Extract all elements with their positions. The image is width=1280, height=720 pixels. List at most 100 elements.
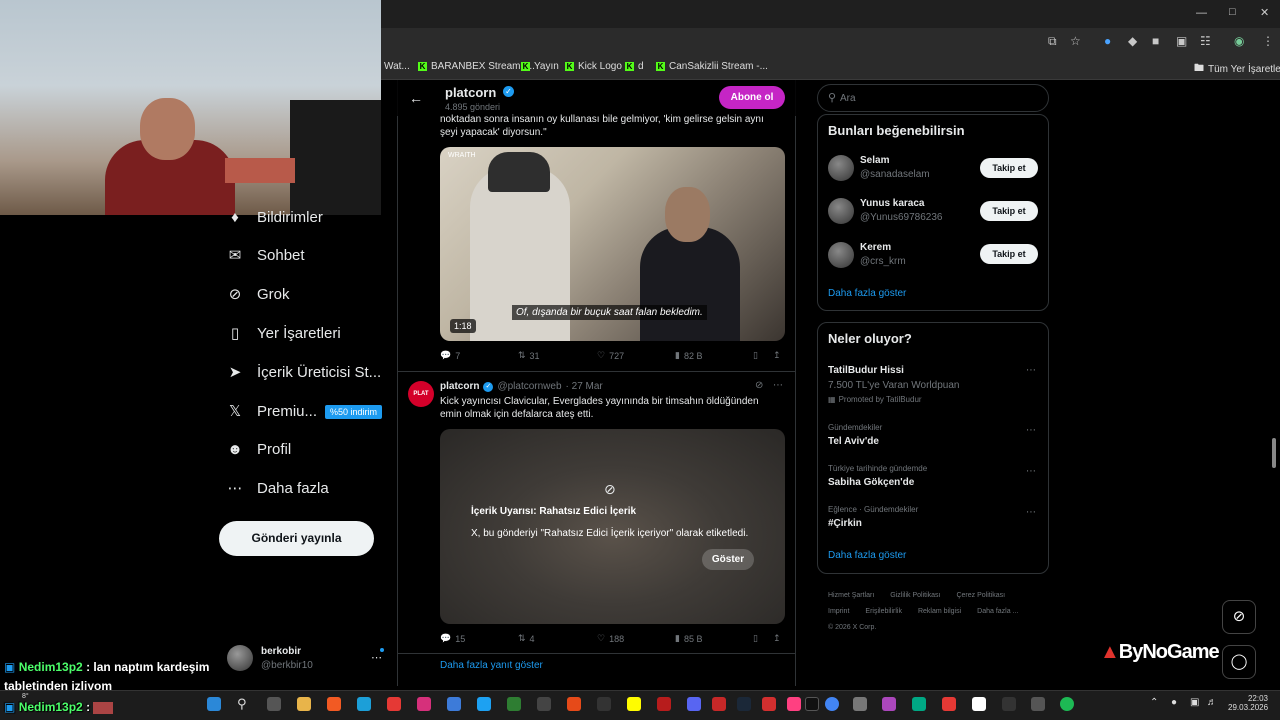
windows-start-icon[interactable] xyxy=(207,697,221,711)
show-more-link[interactable]: Daha fazla göster xyxy=(828,288,906,299)
opera-icon[interactable] xyxy=(762,697,776,711)
like-button[interactable]: ♡ 727 xyxy=(597,350,624,361)
author-name[interactable]: platcorn xyxy=(440,381,479,392)
discord-icon[interactable] xyxy=(687,697,701,711)
nav-bookmarks[interactable]: ▯ Yer İşaretleri xyxy=(227,325,341,342)
task-view-icon[interactable] xyxy=(267,697,281,711)
bookmark-item[interactable]: K BARANBEX Stream -... xyxy=(418,61,535,72)
app-icon[interactable] xyxy=(507,697,521,711)
extension-icon[interactable]: ● xyxy=(1104,34,1111,48)
nav-more[interactable]: ⋯ Daha fazla xyxy=(227,480,329,497)
footer-link[interactable]: Gizlilik Politikası xyxy=(890,588,940,604)
star-icon[interactable]: ☆ xyxy=(1070,34,1081,48)
steam-icon[interactable] xyxy=(737,697,751,711)
kebab-menu-icon[interactable]: ⋮ xyxy=(1262,34,1274,48)
avatar[interactable]: PLAT xyxy=(408,381,434,407)
chrome-icon[interactable] xyxy=(825,697,839,711)
search-icon[interactable]: ⚲ xyxy=(237,697,251,711)
show-more-replies-link[interactable]: Daha fazla yanıt göster xyxy=(440,660,543,671)
app-icon[interactable] xyxy=(1002,697,1016,711)
grok-icon[interactable]: ⊘ xyxy=(755,380,763,391)
grok-float-icon[interactable]: ⊘ xyxy=(1222,600,1256,634)
footer-link[interactable]: Hizmet Şartları xyxy=(828,588,874,604)
extension-icon[interactable]: ■ xyxy=(1152,34,1159,48)
trend-more-icon[interactable]: ⋯ xyxy=(1026,365,1036,376)
suggested-user-name[interactable]: Kerem xyxy=(860,242,891,253)
views-button[interactable]: ▮ 85 B xyxy=(675,633,702,644)
brave-icon[interactable] xyxy=(327,697,341,711)
suggested-user-name[interactable]: Yunus karaca xyxy=(860,198,924,209)
repost-button[interactable]: ⇅ 31 xyxy=(518,350,540,361)
trend-more-icon[interactable]: ⋯ xyxy=(1026,425,1036,436)
post-button[interactable]: Gönderi yayınla xyxy=(219,521,374,556)
reply-button[interactable]: 💬 7 xyxy=(440,350,460,361)
app-icon[interactable] xyxy=(567,697,581,711)
chat-float-icon[interactable]: ◯ xyxy=(1222,645,1256,679)
app-icon[interactable] xyxy=(787,697,801,711)
shield-icon[interactable]: ◆ xyxy=(1128,34,1137,48)
bookmark-button[interactable]: ▯ xyxy=(753,350,758,361)
views-button[interactable]: ▮ 82 B xyxy=(675,350,702,361)
footer-link[interactable]: Reklam bilgisi xyxy=(918,604,961,620)
chevron-up-icon[interactable]: ⌃ xyxy=(1150,697,1158,708)
extension-icon[interactable]: ▣ xyxy=(1176,34,1187,48)
puzzle-icon[interactable]: ☷ xyxy=(1200,34,1211,48)
nav-profile[interactable]: ☻ Profil xyxy=(227,441,291,458)
bookmark-item[interactable]: Kd xyxy=(625,61,644,72)
file-explorer-icon[interactable] xyxy=(297,697,311,711)
footer-link[interactable]: Imprint xyxy=(828,604,849,620)
avatar[interactable] xyxy=(828,242,854,268)
nav-grok[interactable]: ⊘ Grok xyxy=(227,286,290,303)
reply-button[interactable]: 💬 15 xyxy=(440,633,465,644)
app-icon[interactable] xyxy=(712,697,726,711)
minimize-icon[interactable]: — xyxy=(1196,7,1207,19)
avatar[interactable] xyxy=(227,645,253,671)
all-bookmarks-button[interactable]: 🖿 Tüm Yer İşaretleri xyxy=(1194,61,1280,78)
close-window-icon[interactable]: ✕ xyxy=(1260,6,1269,19)
maximize-icon[interactable]: □ xyxy=(1229,6,1236,18)
yandex-icon[interactable] xyxy=(972,697,986,711)
video-player[interactable]: WRAITH Of, dışanda bir buçuk saat falan … xyxy=(440,147,785,341)
bookmark-button[interactable]: ▯ xyxy=(753,633,758,644)
back-arrow-icon[interactable]: ← xyxy=(409,90,423,106)
app-icon[interactable] xyxy=(853,697,867,711)
bookmark-item[interactable]: K CanSakizlii Stream -... xyxy=(656,61,768,72)
account-menu-icon[interactable]: ⋯ xyxy=(371,651,382,664)
clock[interactable]: 22:03 29.03.2026 xyxy=(1228,694,1268,712)
more-options-icon[interactable]: ⋯ xyxy=(773,380,783,391)
app-icon[interactable] xyxy=(942,697,956,711)
network-icon[interactable]: ▣ xyxy=(1190,697,1199,708)
tiktok-icon[interactable] xyxy=(805,697,819,711)
like-button[interactable]: ♡ 188 xyxy=(597,633,624,644)
instagram-icon[interactable] xyxy=(417,697,431,711)
trend-name[interactable]: Sabiha Gökçen'de xyxy=(828,477,914,488)
settings-icon[interactable] xyxy=(1031,697,1045,711)
spotify-icon[interactable] xyxy=(1060,697,1074,711)
avatar[interactable] xyxy=(828,198,854,224)
nav-creator-studio[interactable]: ➤ İçerik Üreticisi St... xyxy=(227,364,381,381)
youtube-icon[interactable] xyxy=(387,697,401,711)
avatar[interactable] xyxy=(828,155,854,181)
trend-name[interactable]: #Çirkin xyxy=(828,518,862,529)
trend-more-icon[interactable]: ⋯ xyxy=(1026,466,1036,477)
follow-button[interactable]: Takip et xyxy=(980,244,1038,264)
whatsapp-icon[interactable] xyxy=(912,697,926,711)
tweet-date[interactable]: · 27 Mar xyxy=(566,381,603,392)
volume-icon[interactable]: ♬ xyxy=(1207,697,1217,708)
share-button[interactable]: ↥ xyxy=(773,350,781,361)
bookmark-item[interactable]: K Kick Logo xyxy=(565,61,622,72)
nav-notifications[interactable]: ♦ Bildirimler xyxy=(227,209,323,226)
suggested-user-name[interactable]: Selam xyxy=(860,155,889,166)
show-media-button[interactable]: Göster xyxy=(702,549,754,570)
nav-chat[interactable]: ✉ Sohbet xyxy=(227,247,305,264)
search-box[interactable]: ⚲ Ara xyxy=(817,84,1049,112)
speedometer-icon[interactable] xyxy=(537,697,551,711)
trends-show-more-link[interactable]: Daha fazla göster xyxy=(828,550,906,561)
valorant-icon[interactable] xyxy=(657,697,671,711)
microphone-icon[interactable]: ● xyxy=(1171,697,1177,708)
share-button[interactable]: ↥ xyxy=(773,633,781,644)
follow-button[interactable]: Takip et xyxy=(980,158,1038,178)
profile-avatar-icon[interactable]: ◉ xyxy=(1234,34,1244,48)
footer-link[interactable]: Erişilebilirlik xyxy=(865,604,902,620)
snapchat-icon[interactable] xyxy=(627,697,641,711)
